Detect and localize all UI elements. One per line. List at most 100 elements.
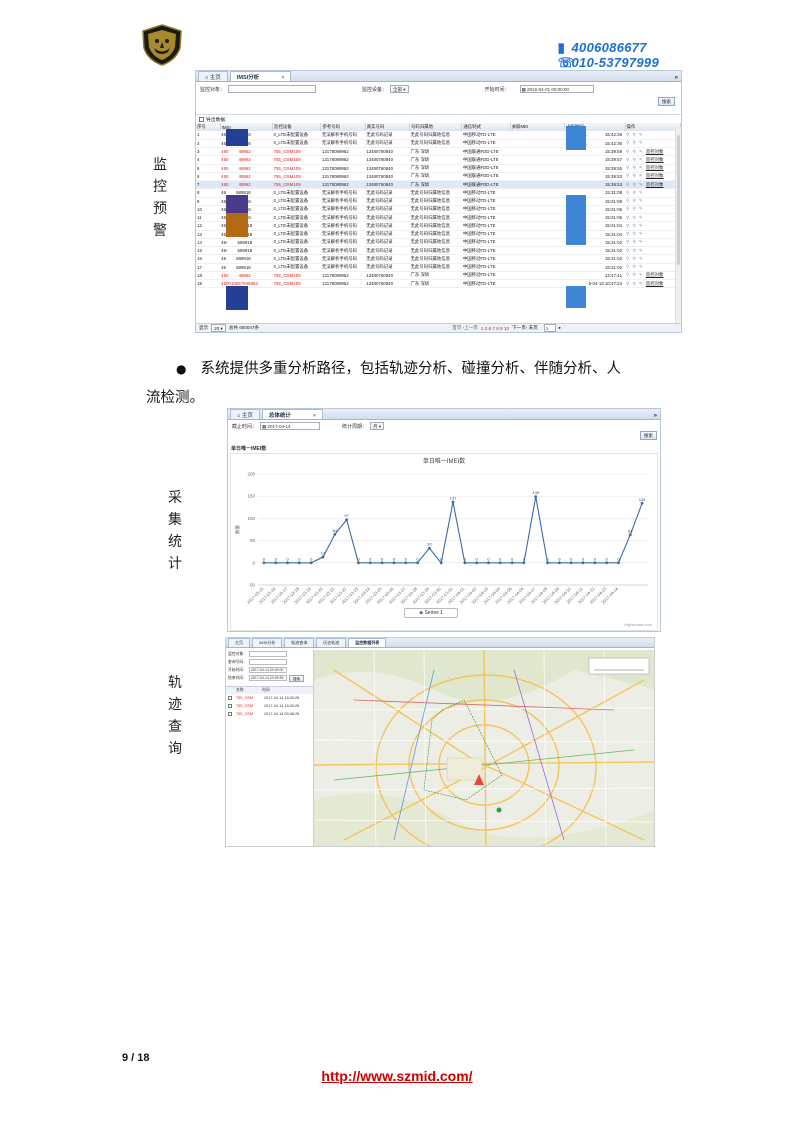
col-actions[interactable]: 操作	[625, 123, 681, 131]
table-row[interactable]: 17 46 589918 0_LTE未配置设备 无法解析手机号码 无此号码记录 无此号码归属…	[196, 263, 681, 272]
data-point[interactable]	[392, 561, 396, 565]
table-row[interactable]: 8 46 589918 0_LTE未配置设备 无法解析手机号码 无此号码记录 无此号码归属地…	[196, 188, 681, 198]
table-row[interactable]: 1465899180_LTE未配置设备无法解析手机号码无此号码记录无此号码归属地…	[196, 131, 681, 140]
list-item[interactable]: 755_GSM 2017-04-14 00:46:28	[226, 710, 313, 718]
table-row[interactable]: 16 46 589918 0_LTE未配置设备 无法解析手机号码 无此号码记录 无此号码归属…	[196, 254, 681, 264]
map-canvas[interactable]	[314, 650, 654, 846]
table-row[interactable]: 9465899180_LTE未配置设备无法解析手机号码无此号码记录无此号码归属地…	[196, 197, 681, 206]
action-icons[interactable]: ⚲ ⚲ ✎	[626, 248, 644, 253]
table-row[interactable]: 19 460010557949962 755_GSM109 13178089962 13…	[196, 279, 681, 289]
data-point[interactable]	[368, 561, 372, 565]
monitor-link[interactable]: 监控对象	[646, 182, 664, 187]
data-point[interactable]	[475, 561, 479, 565]
tab-home[interactable]: 主页	[228, 638, 250, 647]
table-row[interactable]: 4 460 49962 755_GSM109 13178089962 1348076084…	[196, 155, 681, 165]
action-icons[interactable]: ⚲ ⚲ ✎	[626, 231, 644, 236]
data-point[interactable]	[617, 561, 620, 565]
map-view[interactable]	[314, 650, 654, 846]
data-point[interactable]	[557, 561, 561, 565]
col-device[interactable]: 监控设备	[272, 123, 322, 131]
monitor-link[interactable]: 监控对象	[646, 157, 664, 162]
export-button[interactable]: 导出数据	[206, 116, 225, 123]
action-icons[interactable]: ⚲ ⚲ ✎	[626, 182, 646, 187]
page-size-select[interactable]: 20 ▾	[211, 324, 226, 332]
tab-track[interactable]: 轨迹查询	[284, 638, 315, 647]
monitor-link[interactable]: 监控对象	[646, 281, 664, 286]
data-point[interactable]	[498, 561, 502, 565]
data-point[interactable]	[569, 561, 573, 565]
tab-overall-stats[interactable]: 总体统计 ×	[261, 409, 324, 419]
data-point[interactable]	[416, 561, 419, 565]
action-icons[interactable]: ⚲ ⚲ ✎	[626, 239, 644, 244]
collapse-icon[interactable]: »	[654, 413, 657, 419]
data-point[interactable]	[451, 500, 455, 504]
data-point[interactable]	[286, 561, 289, 565]
data-point[interactable]	[262, 561, 266, 565]
data-point[interactable]	[534, 495, 538, 499]
next-page-links[interactable]: 下一页› 末页	[512, 325, 538, 331]
data-point[interactable]	[404, 561, 408, 565]
action-icons[interactable]: ⚲ ⚲ ✎	[626, 157, 646, 162]
data-point[interactable]	[321, 555, 325, 559]
table-row[interactable]: 14 46‹ 589918 0_LTE未配置设备 无法解析手机号码 无此号码记录 无此号码归…	[196, 238, 681, 248]
col-index[interactable]: 序号	[196, 123, 221, 131]
action-icons[interactable]: ⚲ ⚲ ✎	[626, 272, 646, 277]
table-row[interactable]: 2465899180_LTE未配置设备无法解析手机号码无此号码记录无此号码归属地…	[196, 139, 681, 149]
row-checkbox[interactable]	[228, 704, 232, 708]
list-item[interactable]: 755_GSM 2017-04-14 15:40:28	[226, 694, 313, 702]
export-checkbox[interactable]	[199, 116, 204, 122]
search-button[interactable]: 搜索	[640, 431, 657, 440]
monitor-link[interactable]: 监控对象	[646, 173, 664, 178]
row-checkbox[interactable]	[228, 712, 232, 716]
end-time-input[interactable]: 2017-04-14 23:59:59	[248, 675, 287, 681]
start-time-input[interactable]: ▦ 2016-04-01 00:00:00	[519, 85, 594, 93]
table-row[interactable]: 15 46‹ 589918 0_LTE未配置设备 无法解析手机号码 无此号码记录 无此号码归…	[196, 246, 681, 256]
website-link[interactable]: http://www.szmid.com/	[0, 1068, 794, 1084]
action-icons[interactable]: ⚲ ⚲ ✎	[626, 206, 644, 211]
tab-home[interactable]: ⌂ 主页	[230, 409, 260, 419]
search-button[interactable]: 搜索	[658, 97, 675, 106]
action-icons[interactable]: ⚲ ⚲ ✎	[626, 190, 644, 195]
data-point[interactable]	[605, 561, 609, 565]
tab-history[interactable]: 历史轨迹	[316, 638, 347, 647]
data-point[interactable]	[463, 561, 467, 565]
monitor-link[interactable]: 监控对象	[646, 272, 664, 277]
data-point[interactable]	[309, 561, 313, 565]
device-select[interactable]: 全部 ▾	[390, 85, 409, 93]
action-icons[interactable]: ⚲ ⚲ ✎	[626, 198, 644, 203]
action-icons[interactable]: ⚲ ⚲ ✎	[626, 281, 646, 286]
col-real-number[interactable]: 真实号码	[365, 123, 411, 131]
data-point[interactable]	[581, 561, 585, 565]
monitor-link[interactable]: 监控对象	[646, 149, 664, 154]
data-point[interactable]	[427, 546, 431, 550]
table-row[interactable]: 7 460 49962 755_GSM109 13178089962 1348076084…	[196, 180, 681, 190]
deadline-input[interactable]: ▦ 2017-04-14	[260, 422, 321, 430]
close-icon[interactable]: ×	[281, 75, 284, 81]
go-icon[interactable]: ▸	[559, 325, 561, 331]
collapse-icon[interactable]: »	[675, 75, 678, 81]
action-icons[interactable]: ⚲ ⚲ ✎	[626, 256, 644, 261]
action-icons[interactable]: ⚲ ⚲ ✎	[626, 149, 646, 154]
table-scrollbar[interactable]	[675, 127, 681, 323]
tab-monitor-list[interactable]: 监控数据列表	[348, 638, 387, 647]
data-point[interactable]	[439, 561, 443, 565]
action-icons[interactable]: ⚲ ⚲ ✎	[626, 215, 644, 220]
data-point[interactable]	[628, 533, 632, 537]
action-icons[interactable]: ⚲ ⚲ ✎	[626, 173, 646, 178]
row-checkbox[interactable]	[228, 696, 232, 700]
table-row[interactable]: 10465899180_LTE未配置设备无法解析手机号码无此号码记录无此号码归属…	[196, 205, 681, 215]
scrollbar-thumb[interactable]	[677, 135, 680, 265]
table-row[interactable]: 1346‹5899180_LTE未配置设备无法解析手机号码无此号码记录无此号码归…	[196, 230, 681, 239]
table-row[interactable]: 11465899180_LTE未配置设备无法解析手机号码无此号码记录无此号码归属…	[196, 213, 681, 223]
table-row[interactable]: 5 460 49962 755_GSM109 13178089962 1348076084…	[196, 164, 681, 173]
tab-imsi[interactable]: IMSI分析 ×	[229, 71, 292, 81]
table-row[interactable]: 3 460 49962 755_GSM109 13178089962 1348076084…	[196, 147, 681, 157]
data-point[interactable]	[640, 501, 644, 505]
table-row[interactable]: 6 460 49962 755_GSM109 13178089962 1348076084…	[196, 172, 681, 182]
data-point[interactable]	[345, 518, 349, 522]
close-icon[interactable]: ×	[313, 413, 316, 419]
data-point[interactable]	[522, 561, 526, 565]
data-point[interactable]	[593, 561, 597, 565]
col-ref-number[interactable]: 参考号码	[320, 123, 366, 131]
data-point[interactable]	[510, 561, 514, 565]
